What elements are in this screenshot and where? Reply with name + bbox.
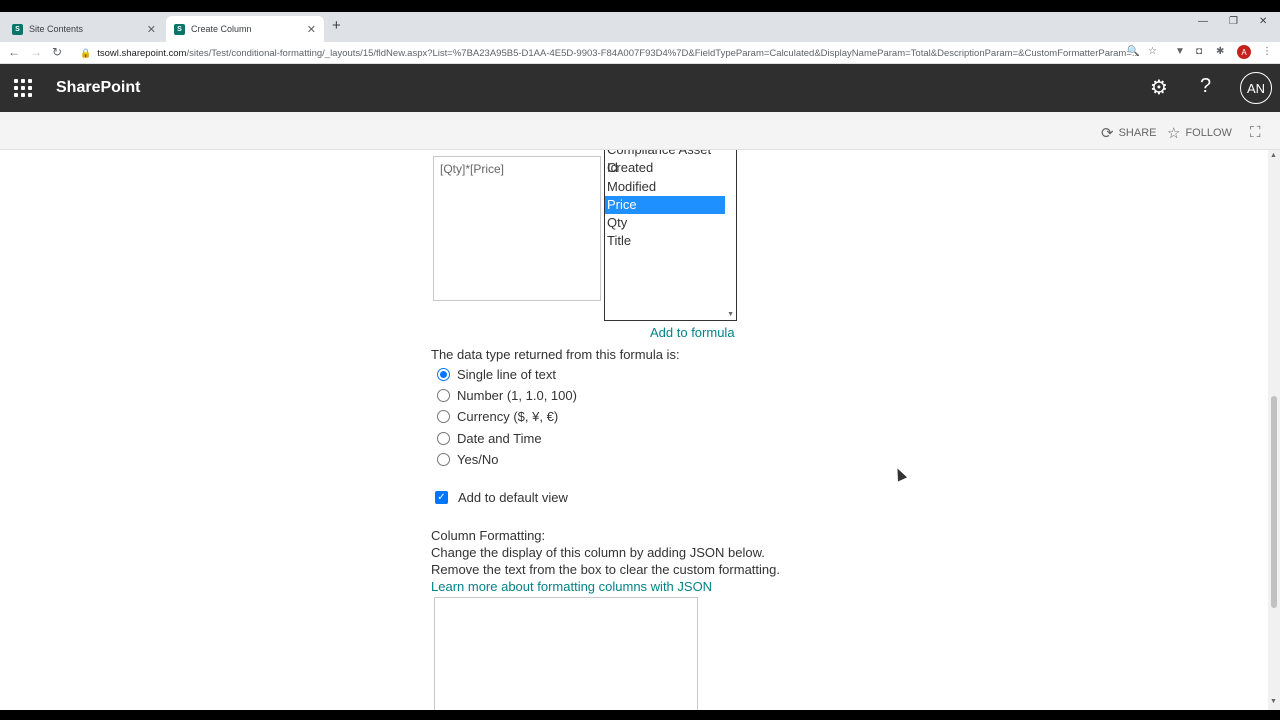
address-bar: ← → ↻ 🔒 tsowl.sharepoint.com/sites/Test/… (0, 42, 1280, 64)
zoom-icon[interactable]: 🔍 (1127, 46, 1139, 57)
mouse-cursor-icon (892, 466, 908, 482)
lock-icon: 🔒 (80, 47, 92, 58)
column-formatting-title: Column Formatting: (431, 528, 546, 543)
page-scrollbar[interactable]: ▲ ▼ (1268, 150, 1280, 710)
radio-label: Number (1, 1.0, 100) (457, 388, 577, 403)
extension-v-icon[interactable]: ▼ (1175, 46, 1185, 57)
checkbox-label: Add to default view (458, 490, 568, 505)
command-bar: ⟳ SHARE ☆ FOLLOW ⛶ (0, 112, 1280, 150)
learn-more-json-link[interactable]: Learn more about formatting columns with… (431, 578, 712, 595)
list-item[interactable]: Created (605, 159, 725, 177)
share-label: SHARE (1118, 127, 1157, 139)
help-icon[interactable]: ? (1200, 75, 1211, 98)
radio-single-line-text[interactable]: Single line of text (437, 367, 556, 382)
radio-currency[interactable]: Currency ($, ¥, €) (437, 409, 558, 424)
forward-arrow-icon[interactable]: → (30, 45, 42, 59)
follow-button[interactable]: ☆ FOLLOW (1167, 124, 1232, 142)
formula-textarea[interactable]: [Qty]*[Price] (433, 156, 601, 301)
radio-date-time[interactable]: Date and Time (437, 431, 542, 446)
focus-mode-icon[interactable]: ⛶ (1250, 124, 1266, 141)
bookmark-star-icon[interactable]: ☆ (1148, 46, 1157, 57)
tab-create-column[interactable]: S Create Column ✕ (166, 16, 324, 42)
json-formatting-textarea[interactable] (434, 597, 698, 710)
column-formatting-desc: Change the display of this column by add… (431, 545, 765, 560)
app-launcher-icon[interactable] (14, 79, 32, 97)
list-item[interactable]: Compliance Asset Id (605, 150, 725, 175)
back-arrow-icon[interactable]: ← (8, 45, 20, 59)
radio-number[interactable]: Number (1, 1.0, 100) (437, 388, 577, 403)
radio-label: Date and Time (457, 431, 542, 446)
user-avatar[interactable]: AN (1240, 72, 1272, 104)
star-icon: ☆ (1167, 125, 1181, 142)
profile-avatar[interactable]: A (1237, 45, 1251, 59)
scroll-down-icon[interactable]: ▼ (727, 311, 734, 318)
new-tab-button[interactable]: + (332, 17, 341, 34)
list-item[interactable]: Qty (605, 214, 725, 232)
follow-label: FOLLOW (1185, 127, 1232, 139)
add-to-default-view-checkbox[interactable]: ✓ Add to default view (435, 490, 568, 505)
list-item[interactable]: Modified (605, 178, 725, 196)
radio-label: Single line of text (457, 367, 557, 382)
radio-button[interactable] (437, 410, 450, 423)
radio-label: Currency ($, ¥, €) (457, 409, 559, 424)
extensions-puzzle-icon[interactable]: ✱ (1216, 46, 1224, 57)
minimize-button[interactable]: — (1198, 16, 1208, 27)
tab-label: Site Contents (29, 24, 84, 34)
url-path: /sites/Test/conditional-formatting/_layo… (186, 47, 1140, 59)
radio-yes-no[interactable]: Yes/No (437, 452, 498, 467)
column-formatting-desc: Remove the text from the box to clear th… (431, 562, 780, 577)
extension-shield-icon[interactable]: ◘ (1196, 46, 1202, 57)
restore-button[interactable]: ❐ (1229, 16, 1238, 27)
browser-tab-bar: S Site Contents ✕ S Create Column ✕ (0, 12, 1280, 42)
radio-button[interactable] (437, 389, 450, 402)
list-item[interactable]: Title (605, 232, 725, 250)
browser-menu-icon[interactable]: ⋮ (1262, 46, 1272, 57)
window-bottom-border (0, 710, 1280, 720)
checkmark-icon[interactable]: ✓ (435, 491, 448, 504)
radio-button[interactable] (437, 432, 450, 445)
settings-gear-icon[interactable]: ⚙ (1150, 75, 1168, 100)
add-to-formula-link[interactable]: Add to formula (650, 325, 735, 340)
close-tab-icon[interactable]: ✕ (147, 23, 156, 36)
tab-site-contents[interactable]: S Site Contents ✕ (4, 16, 164, 42)
share-icon: ⟳ (1101, 125, 1114, 142)
insert-column-listbox[interactable]: Compliance Asset Id Created Modified Pri… (604, 150, 737, 321)
reload-icon[interactable]: ↻ (52, 45, 62, 59)
radio-label: Yes/No (457, 452, 499, 467)
data-type-label: The data type returned from this formula… (431, 347, 680, 362)
sharepoint-favicon-icon: S (174, 23, 185, 35)
scroll-up-icon[interactable]: ▲ (1270, 152, 1277, 159)
scrollbar-thumb[interactable] (1271, 396, 1277, 608)
list-item-selected[interactable]: Price (605, 195, 725, 215)
radio-button[interactable] (437, 453, 450, 466)
sharepoint-brand[interactable]: SharePoint (56, 79, 140, 97)
sharepoint-favicon-icon: S (12, 23, 23, 35)
url-host: tsowl.sharepoint.com (97, 47, 187, 59)
sharepoint-suite-bar: SharePoint ⚙ ? AN (0, 64, 1280, 112)
create-column-form: [Qty]*[Price] Compliance Asset Id Create… (0, 150, 1268, 710)
close-window-button[interactable]: ✕ (1259, 16, 1267, 27)
share-button[interactable]: ⟳ SHARE (1101, 124, 1156, 142)
close-tab-icon[interactable]: ✕ (307, 23, 316, 36)
tab-label: Create Column (191, 24, 252, 34)
radio-button[interactable] (437, 368, 450, 381)
url-field[interactable]: 🔒 tsowl.sharepoint.com/sites/Test/condit… (80, 44, 1140, 62)
scroll-down-icon[interactable]: ▼ (1270, 698, 1277, 705)
window-top-border (0, 0, 1280, 12)
